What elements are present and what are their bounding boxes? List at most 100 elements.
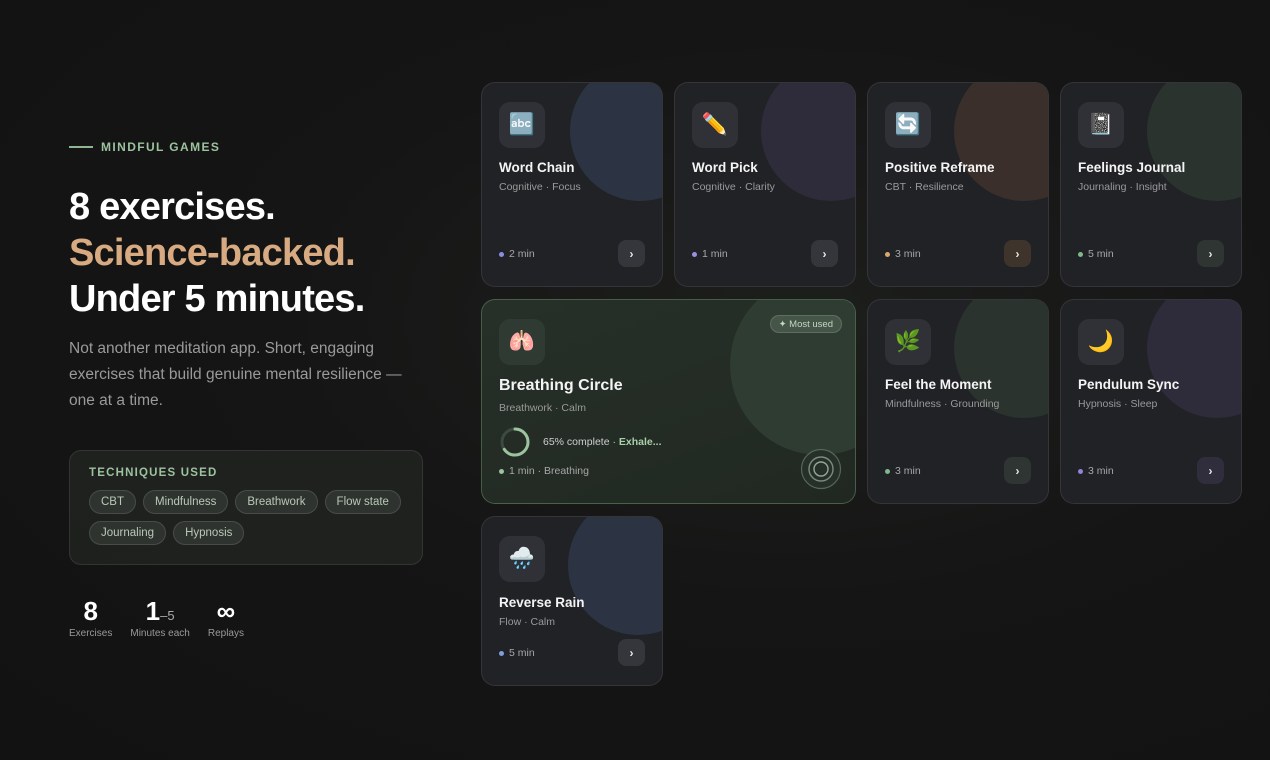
headline-line-3: Under 5 minutes. xyxy=(69,278,365,320)
chevron-right-icon[interactable]: › xyxy=(1197,240,1224,267)
stat-replays: ∞ Replays xyxy=(208,597,244,639)
abc-icon: 🔤 xyxy=(499,102,545,148)
breathing-start-icon[interactable] xyxy=(800,448,842,490)
card-decor xyxy=(570,83,662,201)
card-subtitle: Journaling · Insight xyxy=(1078,181,1167,193)
chevron-right-icon[interactable]: › xyxy=(1004,457,1031,484)
chip-mindfulness[interactable]: Mindfulness xyxy=(143,490,229,514)
duration-text: 3 min xyxy=(895,465,921,477)
progress-text: 65% complete · Exhale... xyxy=(543,436,661,448)
eyebrow-line xyxy=(69,146,93,148)
dot-icon xyxy=(499,650,504,656)
card-subtitle: Flow · Calm xyxy=(499,616,556,628)
card-subtitle: Cognitive · Focus xyxy=(499,181,581,193)
card-duration: 1 min · Breathing xyxy=(499,465,589,477)
dot-icon xyxy=(1078,468,1083,474)
card-decor xyxy=(568,517,662,635)
card-title: Feelings Journal xyxy=(1078,160,1186,175)
stat-value: ∞ xyxy=(216,596,236,626)
lungs-icon: 🫁 xyxy=(499,319,545,365)
duration-text: 1 min xyxy=(702,248,728,260)
dot-icon xyxy=(499,251,504,257)
card-subtitle: Cognitive · Clarity xyxy=(692,181,775,193)
progress-phase: Exhale... xyxy=(618,436,662,448)
most-used-badge: ✦ Most used xyxy=(769,315,842,333)
card-duration: 3 min xyxy=(885,248,921,260)
card-decor xyxy=(1147,300,1241,418)
card-title: Word Chain xyxy=(499,160,575,175)
card-word-chain[interactable]: 🔤 Word Chain Cognitive · Focus 2 min › xyxy=(481,82,663,287)
techniques-panel: TECHNIQUES USED CBT Mindfulness Breathwo… xyxy=(69,450,423,565)
moon-icon: 🌙 xyxy=(1078,319,1124,365)
duration-text: 1 min · Breathing xyxy=(509,465,589,477)
card-pendulum-sync[interactable]: 🌙 Pendulum Sync Hypnosis · Sleep 3 min › xyxy=(1060,299,1242,504)
card-duration: 5 min xyxy=(1078,248,1114,260)
dot-icon xyxy=(1078,251,1083,257)
stat-label: Exercises xyxy=(69,628,113,639)
card-duration: 1 min xyxy=(692,248,728,260)
technique-chips: CBT Mindfulness Breathwork Flow state Jo… xyxy=(89,490,409,545)
card-subtitle: Mindfulness · Grounding xyxy=(885,398,1000,410)
eyebrow-text: MINDFUL GAMES xyxy=(101,140,221,154)
stat-label: Minutes each xyxy=(130,628,190,639)
stat-value: 1 xyxy=(145,596,161,626)
card-duration: 3 min xyxy=(1078,465,1114,477)
duration-text: 3 min xyxy=(895,248,921,260)
herb-icon: 🌿 xyxy=(885,319,931,365)
duration-text: 5 min xyxy=(509,647,535,659)
headline: 8 exercises. Science-backed. Under 5 min… xyxy=(69,184,429,322)
chevron-right-icon[interactable]: › xyxy=(1004,240,1031,267)
card-decor xyxy=(761,83,855,201)
progress-label: 65% complete · xyxy=(543,436,619,448)
duration-text: 5 min xyxy=(1088,248,1114,260)
pencil-icon: ✏️ xyxy=(692,102,738,148)
progress-ring xyxy=(500,427,530,457)
stat-minutes: 1–5 Minutes each xyxy=(130,597,189,639)
notebook-icon: 📓 xyxy=(1078,102,1124,148)
stat-value: 8 xyxy=(83,596,98,626)
dot-icon xyxy=(499,468,504,474)
techniques-title: TECHNIQUES USED xyxy=(89,467,218,479)
card-decor xyxy=(954,83,1048,201)
card-title: Reverse Rain xyxy=(499,595,585,610)
chevron-right-icon[interactable]: › xyxy=(1197,457,1224,484)
stat-exercises: 8 Exercises xyxy=(69,597,112,639)
chip-journaling[interactable]: Journaling xyxy=(89,521,167,545)
rain-cloud-icon: 🌧️ xyxy=(499,536,545,582)
hero-description: Not another meditation app. Short, engag… xyxy=(69,340,402,409)
card-word-pick[interactable]: ✏️ Word Pick Cognitive · Clarity 1 min › xyxy=(674,82,856,287)
refresh-icon: 🔄 xyxy=(885,102,931,148)
headline-line-2: Science-backed. xyxy=(69,232,356,274)
card-feelings-journal[interactable]: 📓 Feelings Journal Journaling · Insight … xyxy=(1060,82,1242,287)
dot-icon xyxy=(885,251,890,257)
dot-icon xyxy=(692,251,697,257)
chevron-right-icon[interactable]: › xyxy=(811,240,838,267)
chevron-right-icon[interactable]: › xyxy=(618,240,645,267)
card-title: Pendulum Sync xyxy=(1078,377,1180,392)
stat-label: Replays xyxy=(207,628,244,639)
card-subtitle: Breathwork · Calm xyxy=(499,402,586,414)
breathing-progress: 65% complete · Exhale... xyxy=(499,426,661,458)
card-duration: 5 min xyxy=(499,647,535,659)
stat-suffix: –5 xyxy=(160,608,175,623)
card-positive-reframe[interactable]: 🔄 Positive Reframe CBT · Resilience 3 mi… xyxy=(867,82,1049,287)
card-title: Positive Reframe xyxy=(885,160,995,175)
chevron-right-icon[interactable]: › xyxy=(618,639,645,666)
chip-hypnosis[interactable]: Hypnosis xyxy=(173,521,245,545)
card-title: Feel the Moment xyxy=(885,377,992,392)
card-title: Word Pick xyxy=(692,160,758,175)
chip-flow-state[interactable]: Flow state xyxy=(324,490,401,514)
duration-text: 3 min xyxy=(1088,465,1114,477)
card-title: Breathing Circle xyxy=(499,377,623,394)
card-duration: 2 min xyxy=(499,248,535,260)
chip-breathwork[interactable]: Breathwork xyxy=(235,490,318,514)
card-reverse-rain[interactable]: 🌧️ Reverse Rain Flow · Calm 5 min › xyxy=(481,516,663,686)
chip-cbt[interactable]: CBT xyxy=(89,490,136,514)
card-duration: 3 min xyxy=(885,465,921,477)
card-breathing-circle[interactable]: ✦ Most used 🫁 Breathing Circle Breathwor… xyxy=(481,299,856,504)
stats-row: 8 Exercises 1–5 Minutes each ∞ Replays xyxy=(69,597,429,639)
card-feel-the-moment[interactable]: 🌿 Feel the Moment Mindfulness · Groundin… xyxy=(867,299,1049,504)
card-subtitle: Hypnosis · Sleep xyxy=(1078,398,1158,410)
duration-text: 2 min xyxy=(509,248,535,260)
dot-icon xyxy=(885,468,890,474)
